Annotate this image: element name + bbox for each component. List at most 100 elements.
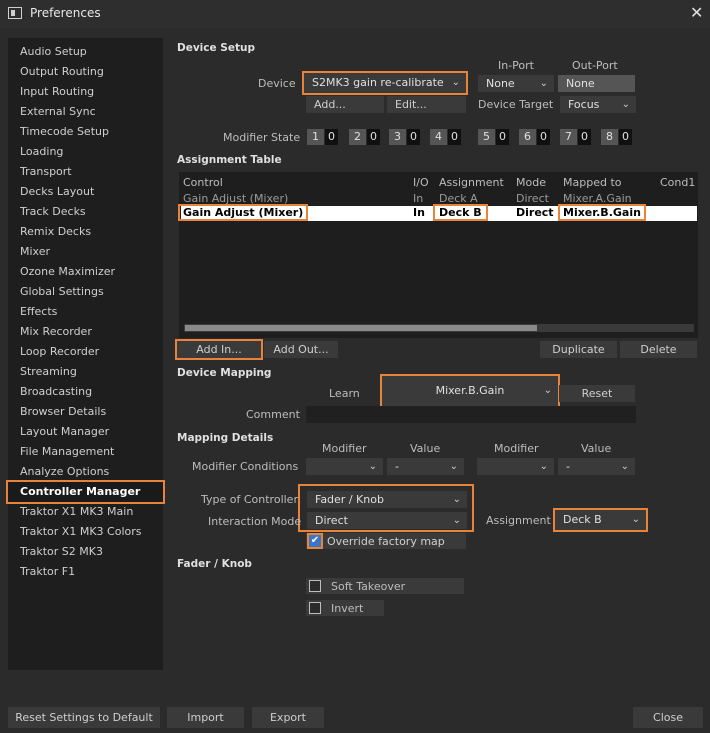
sidebar-item[interactable]: Streaming (8, 362, 163, 382)
sidebar-item[interactable]: Loading (8, 142, 163, 162)
condition2-value-dropdown[interactable]: - ⌄ (558, 458, 635, 475)
column-header[interactable]: Assignment (439, 176, 504, 189)
in-port-label: In-Port (498, 59, 534, 72)
sidebar-item[interactable]: Remix Decks (8, 222, 163, 242)
sidebar-item[interactable]: Audio Setup (8, 42, 163, 62)
sidebar-item[interactable]: Browser Details (8, 402, 163, 422)
sidebar-item[interactable]: File Management (8, 442, 163, 462)
chevron-down-icon: ⌄ (631, 514, 640, 525)
condition1-modifier-dropdown[interactable]: ⌄ (306, 458, 383, 475)
out-port-dropdown[interactable]: None (558, 75, 635, 92)
soft-takeover-checkbox[interactable] (309, 580, 321, 592)
modifier-value: 0 (619, 129, 632, 145)
sidebar-item[interactable]: Transport (8, 162, 163, 182)
learn-label: Learn (329, 387, 360, 400)
column-header[interactable]: I/O (413, 176, 429, 189)
device-target-dropdown[interactable]: Focus ⌄ (560, 96, 636, 113)
sidebar-item[interactable]: Traktor X1 MK3 Main (8, 502, 163, 522)
sidebar-item[interactable]: Layout Manager (8, 422, 163, 442)
modifier-conditions-label: Modifier Conditions (192, 460, 299, 473)
table-cell[interactable]: Mixer.B.Gain (558, 204, 646, 221)
sidebar-item[interactable]: Analyze Options (8, 462, 163, 482)
sidebar-item[interactable]: Effects (8, 302, 163, 322)
chevron-down-icon: ⌄ (543, 385, 552, 396)
sidebar-item[interactable]: Decks Layout (8, 182, 163, 202)
chevron-down-icon: ⌄ (539, 461, 548, 472)
column-header[interactable]: Control (183, 176, 223, 189)
table-cell[interactable]: Mixer.A.Gain (563, 192, 632, 205)
export-button[interactable]: Export (252, 707, 324, 728)
table-cell[interactable]: Gain Adjust (Mixer) (183, 192, 288, 205)
learn-dropdown[interactable]: Mixer.B.Gain ⌄ (380, 374, 560, 408)
modifier-number: 7 (560, 129, 577, 145)
interaction-mode-dropdown[interactable]: Direct ⌄ (307, 512, 467, 529)
modifier-value: 0 (407, 129, 420, 145)
chevron-down-icon: ⌄ (539, 78, 548, 89)
modifier-number: 6 (519, 129, 536, 145)
modifier-value: 0 (537, 129, 550, 145)
sidebar-item[interactable]: Traktor X1 MK3 Colors (8, 522, 163, 542)
mapping-details-heading: Mapping Details (177, 432, 274, 444)
table-cell[interactable]: In (413, 206, 425, 219)
fader-knob-heading: Fader / Knob (177, 558, 252, 570)
add-in-button[interactable]: Add In... (175, 339, 263, 360)
sidebar-item[interactable]: Traktor F1 (8, 562, 163, 582)
reset-settings-button[interactable]: Reset Settings to Default (8, 707, 160, 728)
window-title: Preferences (30, 6, 101, 20)
condition1-value: - (395, 460, 399, 473)
close-button[interactable]: Close (633, 707, 703, 728)
column-header[interactable]: Mode (516, 176, 546, 189)
sidebar-item[interactable]: Mix Recorder (8, 322, 163, 342)
device-mapping-heading: Device Mapping (177, 367, 272, 379)
delete-button[interactable]: Delete (620, 341, 697, 358)
table-cell[interactable]: Gain Adjust (Mixer) (177, 204, 309, 221)
soft-takeover-label: Soft Takeover (331, 580, 406, 593)
sidebar-item[interactable]: Input Routing (8, 82, 163, 102)
edit-device-button[interactable]: Edit... (387, 96, 466, 113)
table-cell[interactable]: Direct (516, 192, 549, 205)
device-label: Device (258, 77, 296, 90)
in-port-dropdown[interactable]: None ⌄ (478, 75, 554, 92)
sidebar-item[interactable]: Global Settings (8, 282, 163, 302)
sidebar-item[interactable]: Loop Recorder (8, 342, 163, 362)
learn-value: Mixer.B.Gain (435, 384, 505, 397)
sidebar-item[interactable]: Timecode Setup (8, 122, 163, 142)
duplicate-button[interactable]: Duplicate (540, 341, 617, 358)
sidebar-item[interactable]: Track Decks (8, 202, 163, 222)
assignment-dropdown[interactable]: Deck B ⌄ (553, 508, 648, 532)
reset-button[interactable]: Reset (559, 385, 635, 402)
condition1-value-dropdown[interactable]: - ⌄ (387, 458, 464, 475)
modifier-column-label: Modifier (494, 442, 539, 455)
device-dropdown[interactable]: S2MK3 gain re-calibrate ⌄ (302, 71, 468, 95)
modifier-value: 0 (448, 129, 461, 145)
table-cell[interactable]: Direct (516, 206, 554, 219)
sidebar-item[interactable]: Output Routing (8, 62, 163, 82)
import-button[interactable]: Import (167, 707, 244, 728)
type-of-controller-dropdown[interactable]: Fader / Knob ⌄ (307, 491, 467, 508)
sidebar-item[interactable]: External Sync (8, 102, 163, 122)
table-cell[interactable]: In (413, 192, 423, 205)
column-header[interactable]: Cond1 (660, 176, 695, 189)
table-cell[interactable]: Deck B (433, 204, 488, 221)
comment-input[interactable] (306, 406, 636, 423)
sidebar-item[interactable]: Ozone Maximizer (8, 262, 163, 282)
column-header[interactable]: Mapped to (563, 176, 622, 189)
scrollbar-thumb[interactable] (185, 325, 537, 331)
sidebar-item[interactable]: Broadcasting (8, 382, 163, 402)
sidebar-item[interactable]: Controller Manager (6, 480, 165, 504)
sidebar-item[interactable]: Traktor S2 MK3 (8, 542, 163, 562)
invert-checkbox[interactable] (309, 602, 321, 614)
device-target-value: Focus (568, 98, 600, 111)
condition2-modifier-dropdown[interactable]: ⌄ (477, 458, 554, 475)
modifier-number: 2 (349, 129, 366, 145)
add-device-button[interactable]: Add... (306, 96, 384, 113)
interaction-mode-label: Interaction Mode (208, 515, 302, 528)
modifier-value: 0 (496, 129, 509, 145)
add-out-button[interactable]: Add Out... (264, 341, 338, 358)
sidebar-item[interactable]: Mixer (8, 242, 163, 262)
chevron-down-icon: ⌄ (620, 461, 629, 472)
close-icon[interactable]: ✕ (690, 3, 703, 22)
sidebar: Audio Setup Output Routing Input Routing Ex… (6, 38, 165, 670)
table-cell[interactable]: Deck A (439, 192, 478, 205)
override-factory-map-checkbox[interactable]: ✔ (307, 533, 323, 549)
